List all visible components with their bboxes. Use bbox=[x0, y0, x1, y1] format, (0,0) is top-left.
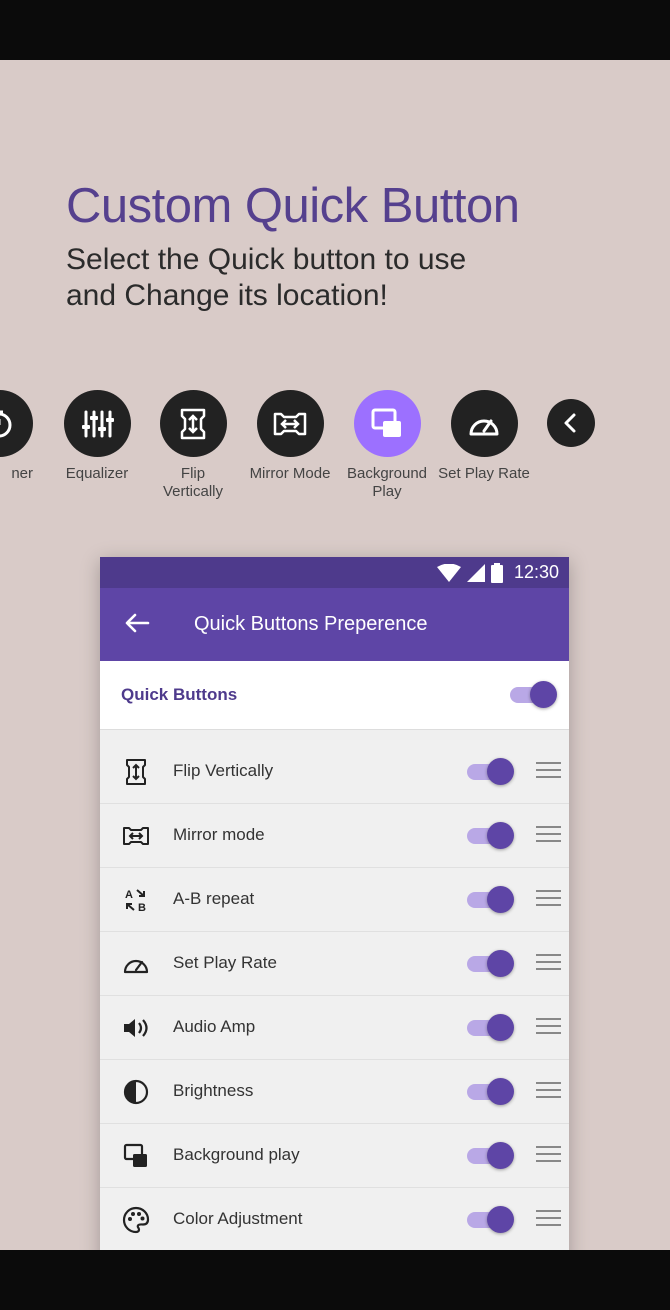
row-toggle[interactable] bbox=[467, 757, 514, 787]
drag-handle-icon[interactable] bbox=[536, 762, 561, 780]
wifi-icon bbox=[437, 564, 461, 582]
drag-handle-icon[interactable] bbox=[536, 890, 561, 908]
speedometer-icon bbox=[122, 950, 150, 978]
palette-icon bbox=[122, 1206, 150, 1234]
strip-item-set-play-rate[interactable]: Set Play Rate bbox=[436, 390, 532, 483]
timer-icon bbox=[0, 390, 33, 457]
app-title: Quick Buttons Preperence bbox=[194, 613, 428, 635]
quick-buttons-master-row: Quick Buttons bbox=[100, 661, 569, 730]
drag-handle-icon[interactable] bbox=[536, 954, 561, 972]
promo-headline: Custom Quick Button bbox=[66, 179, 520, 233]
speedometer-icon bbox=[450, 390, 518, 457]
top-black-bar bbox=[0, 0, 670, 60]
back-button[interactable] bbox=[124, 612, 150, 638]
promo-canvas: Custom Quick Button Select the Quick but… bbox=[0, 60, 670, 1250]
row-label: Background play bbox=[173, 1145, 300, 1164]
list-item[interactable]: Mirror mode bbox=[100, 804, 569, 868]
row-label: Flip Vertically bbox=[173, 761, 274, 780]
signal-icon bbox=[467, 564, 485, 582]
drag-handle-icon[interactable] bbox=[536, 1082, 561, 1100]
svg-text:A: A bbox=[125, 889, 133, 901]
bottom-black-bar bbox=[0, 1250, 670, 1310]
strip-item-background-play[interactable]: Background Play bbox=[339, 390, 435, 501]
row-toggle[interactable] bbox=[467, 1077, 514, 1107]
mirror-icon bbox=[122, 822, 150, 850]
drag-handle-icon[interactable] bbox=[536, 826, 561, 844]
status-time: 12:30 bbox=[513, 562, 559, 582]
volume-icon bbox=[122, 1014, 150, 1042]
quick-button-list: Flip Vertically Mirror mode AB A-B repea… bbox=[100, 740, 569, 1250]
equalizer-icon bbox=[63, 390, 131, 457]
list-item[interactable]: Audio Amp bbox=[100, 996, 569, 1060]
promo-subline: Select the Quick button to use and Chang… bbox=[66, 243, 467, 312]
row-toggle[interactable] bbox=[467, 1205, 514, 1235]
brightness-icon bbox=[122, 1078, 150, 1106]
svg-text:B: B bbox=[138, 902, 146, 913]
row-label: Brightness bbox=[173, 1081, 254, 1100]
row-toggle[interactable] bbox=[467, 949, 514, 979]
app-bar: Quick Buttons Preperence bbox=[100, 588, 569, 661]
row-label: Set Play Rate bbox=[173, 953, 277, 972]
row-toggle[interactable] bbox=[467, 885, 514, 915]
strip-item-timer[interactable]: ner bbox=[0, 390, 47, 483]
list-item[interactable]: Background play bbox=[100, 1124, 569, 1188]
row-toggle[interactable] bbox=[467, 1013, 514, 1043]
quick-buttons-toggle[interactable] bbox=[510, 680, 557, 710]
phone-mockup: 12:30 Quick Buttons Preperence Quick But… bbox=[100, 557, 569, 1250]
strip-label: ner bbox=[11, 465, 33, 482]
status-bar: 12:30 bbox=[100, 557, 569, 588]
row-label: Mirror mode bbox=[173, 825, 265, 844]
drag-handle-icon[interactable] bbox=[536, 1018, 561, 1036]
row-toggle[interactable] bbox=[467, 1141, 514, 1171]
list-item[interactable]: AB A-B repeat bbox=[100, 868, 569, 932]
quick-buttons-label: Quick Buttons bbox=[121, 685, 238, 704]
background-play-icon bbox=[353, 390, 421, 457]
row-label: Color Adjustment bbox=[173, 1209, 303, 1228]
strip-label: Set Play Rate bbox=[438, 465, 530, 482]
strip-label: Background Play bbox=[346, 465, 428, 500]
mirror-icon bbox=[256, 390, 324, 457]
drag-handle-icon[interactable] bbox=[536, 1210, 561, 1228]
list-item[interactable]: Color Adjustment bbox=[100, 1188, 569, 1250]
arrow-left-icon bbox=[125, 613, 150, 633]
strip-item-mirror-mode[interactable]: Mirror Mode bbox=[242, 390, 338, 483]
flip-vertical-icon bbox=[122, 758, 150, 786]
status-icons bbox=[437, 563, 503, 583]
strip-item-collapse[interactable] bbox=[523, 390, 619, 447]
strip-label: Flip Vertically bbox=[162, 465, 224, 500]
drag-handle-icon[interactable] bbox=[536, 1146, 561, 1164]
flip-vertical-icon bbox=[159, 390, 227, 457]
strip-item-equalizer[interactable]: Equalizer bbox=[49, 390, 145, 483]
list-item[interactable]: Flip Vertically bbox=[100, 740, 569, 804]
strip-item-flip-vertically[interactable]: Flip Vertically bbox=[145, 390, 241, 501]
chevron-left-icon bbox=[547, 399, 595, 447]
strip-label: Equalizer bbox=[65, 465, 129, 482]
row-toggle[interactable] bbox=[467, 821, 514, 851]
strip-label: Mirror Mode bbox=[249, 465, 331, 482]
background-play-icon bbox=[122, 1142, 150, 1170]
row-label: A-B repeat bbox=[173, 889, 255, 908]
ab-repeat-icon: AB bbox=[122, 886, 150, 914]
list-item[interactable]: Brightness bbox=[100, 1060, 569, 1124]
list-item[interactable]: Set Play Rate bbox=[100, 932, 569, 996]
battery-icon bbox=[491, 563, 503, 583]
row-label: Audio Amp bbox=[173, 1017, 256, 1036]
